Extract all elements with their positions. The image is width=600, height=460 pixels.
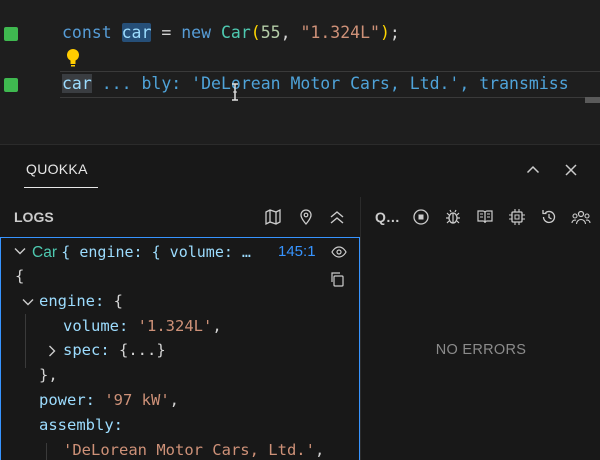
semicolon: ; — [389, 23, 400, 42]
bottom-panel: QUOKKA LOGS Car {engine: {volume: … 14… — [0, 144, 600, 460]
variable-car-line2: car — [62, 74, 92, 93]
keyword-const: const — [62, 23, 112, 42]
inline-value-preview[interactable]: ... bly: 'DeLorean Motor Cars, Ltd.', tr… — [92, 74, 569, 93]
tree-open-brace: { — [15, 267, 25, 285]
tree-row-assembly-value[interactable]: 'DeLorean Motor Cars, Ltd.', — [63, 439, 324, 460]
coverage-indicator-line2 — [4, 78, 18, 92]
map-icon[interactable] — [263, 207, 283, 227]
history-icon[interactable] — [539, 207, 559, 227]
variable-car: car — [121, 23, 152, 42]
panel-header: QUOKKA — [0, 145, 600, 193]
chevron-right-icon[interactable] — [45, 344, 59, 358]
chip-icon[interactable] — [507, 207, 527, 227]
tree-close-brace: }, — [39, 366, 58, 384]
log-entry[interactable]: Car { engine: { volume: … 145:1 {engine… — [0, 237, 360, 460]
overview-ruler-mark — [585, 97, 600, 103]
log-location-link[interactable]: 145:1 — [278, 241, 316, 263]
logs-title: LOGS — [14, 209, 54, 225]
arg-number: 55 — [260, 23, 281, 42]
tree-row-volume[interactable]: volume: '1.324L', — [63, 315, 222, 337]
tree-row-engine[interactable]: engine: { — [39, 290, 123, 312]
coverage-indicator-line1 — [4, 27, 18, 41]
chevron-up-icon — [525, 162, 541, 178]
errors-view: Q… NO ERRORS — [360, 197, 600, 460]
code-editor[interactable]: const car = new Car(55, "1.324L"); car .… — [0, 0, 600, 144]
indent-guide — [46, 443, 47, 460]
debug-icon[interactable] — [443, 207, 463, 227]
errors-title: Q… — [375, 209, 400, 225]
paren-close: ) — [379, 23, 390, 42]
collapse-all-icon[interactable] — [327, 207, 347, 227]
keyword-new: new — [181, 23, 212, 42]
arg-comma: , — [280, 23, 291, 42]
chevron-down-icon[interactable] — [21, 295, 35, 309]
team-icon[interactable] — [571, 207, 591, 227]
arg-string: "1.324L" — [300, 23, 380, 42]
class-car: Car — [220, 23, 251, 42]
code-line-1[interactable]: const car = new Car(55, "1.324L"); — [62, 22, 400, 44]
lightbulb-icon[interactable] — [66, 48, 80, 68]
indent-guide — [25, 314, 26, 368]
log-entry-header[interactable]: Car { engine: { volume: … 145:1 — [1, 238, 359, 266]
tree-row-spec[interactable]: spec: {...} — [63, 339, 166, 361]
active-tab-indicator — [24, 187, 98, 188]
paren-open: ( — [250, 23, 261, 42]
eye-icon[interactable] — [331, 245, 347, 259]
tab-quokka[interactable]: QUOKKA — [26, 161, 88, 177]
copy-icon[interactable] — [329, 271, 345, 287]
stop-icon[interactable] — [411, 207, 431, 227]
chevron-down-icon[interactable] — [13, 244, 27, 258]
tree-row-power[interactable]: power: '97 kW', — [39, 389, 179, 411]
text-cursor-icon — [230, 83, 240, 101]
logs-view: LOGS Car { engine: { volume: … 145:1 {e… — [0, 197, 360, 460]
location-pin-icon[interactable] — [296, 207, 316, 227]
no-errors-message: NO ERRORS — [435, 342, 527, 358]
book-icon[interactable] — [475, 207, 495, 227]
close-panel-button[interactable] — [560, 159, 582, 181]
maximize-panel-button[interactable] — [522, 159, 544, 181]
close-icon — [563, 162, 579, 178]
log-class-name: Car — [32, 244, 57, 261]
code-line-2[interactable]: car ... bly: 'DeLorean Motor Cars, Ltd.'… — [62, 73, 569, 95]
assign-operator: = — [161, 23, 172, 42]
log-preview: { engine: { volume: … — [61, 243, 251, 261]
tree-row-assembly[interactable]: assembly: — [39, 414, 123, 436]
